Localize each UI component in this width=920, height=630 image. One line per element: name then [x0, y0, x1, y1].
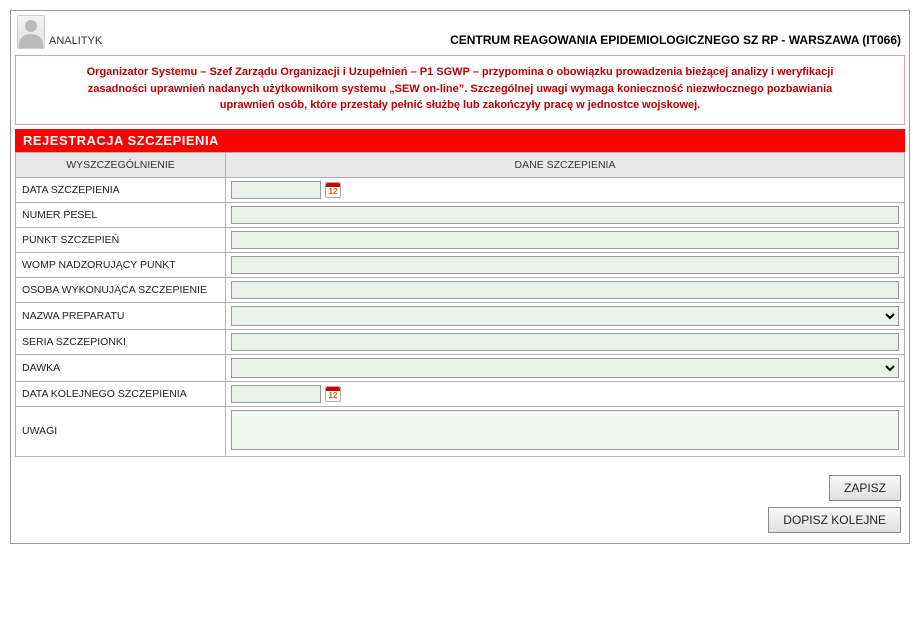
notice-line-3: uprawnień osób, które przestały pełnić s… [220, 99, 700, 111]
input-punkt-szczepien[interactable] [231, 231, 899, 249]
form-table: WYSZCZEGÓLNIENIE DANE SZCZEPIENIA DATA S… [15, 152, 905, 457]
notice-line-2: zasadności uprawnień nadanych użytkownik… [88, 83, 833, 95]
input-numer-pesel[interactable] [231, 206, 899, 224]
label-numer-pesel: NUMER PESEL [16, 202, 226, 227]
input-womp[interactable] [231, 256, 899, 274]
label-womp: WOMP NADZORUJĄCY PUNKT [16, 252, 226, 277]
notice-line-1: Organizator Systemu – Szef Zarządu Organ… [87, 66, 834, 78]
save-button[interactable]: ZAPISZ [829, 475, 901, 501]
input-data-kolejnego[interactable] [231, 385, 321, 403]
calendar-icon[interactable] [325, 386, 341, 402]
label-preparat: NAZWA PREPARATU [16, 302, 226, 329]
section-title: REJESTRACJA SZCZEPIENIA [15, 129, 905, 152]
label-data-szczepienia: DATA SZCZEPIENIA [16, 177, 226, 202]
label-dawka: DAWKA [16, 354, 226, 381]
calendar-icon[interactable] [325, 182, 341, 198]
label-osoba: OSOBA WYKONUJĄCA SZCZEPIENIE [16, 277, 226, 302]
main-panel: ANALITYK CENTRUM REAGOWANIA EPIDEMIOLOGI… [10, 10, 910, 544]
col-header-field: DANE SZCZEPIENIA [226, 152, 905, 177]
label-data-kolejnego: DATA KOLEJNEGO SZCZEPIENIA [16, 381, 226, 406]
input-data-szczepienia[interactable] [231, 181, 321, 199]
system-notice: Organizator Systemu – Szef Zarządu Organ… [15, 55, 905, 125]
input-osoba[interactable] [231, 281, 899, 299]
select-preparat[interactable] [231, 306, 899, 326]
textarea-uwagi[interactable] [231, 410, 899, 450]
label-seria: SERIA SZCZEPIONKI [16, 329, 226, 354]
input-seria[interactable] [231, 333, 899, 351]
label-uwagi: UWAGI [16, 406, 226, 456]
header: ANALITYK CENTRUM REAGOWANIA EPIDEMIOLOGI… [11, 11, 909, 55]
select-dawka[interactable] [231, 358, 899, 378]
add-next-button[interactable]: DOPISZ KOLEJNE [768, 507, 901, 533]
org-title: CENTRUM REAGOWANIA EPIDEMIOLOGICZNEGO SZ… [450, 33, 901, 49]
button-row: ZAPISZ DOPISZ KOLEJNE [11, 465, 909, 543]
col-header-label: WYSZCZEGÓLNIENIE [16, 152, 226, 177]
avatar-icon [17, 15, 45, 49]
label-punkt-szczepien: PUNKT SZCZEPIEŃ [16, 227, 226, 252]
user-block: ANALITYK [17, 15, 102, 49]
role-label: ANALITYK [49, 35, 102, 49]
